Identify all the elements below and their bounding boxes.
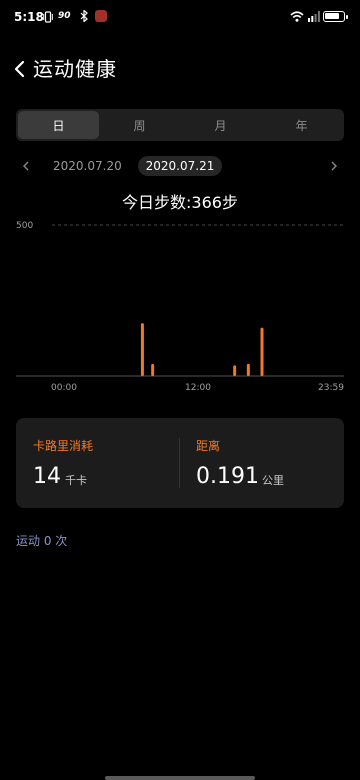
steps-bar bbox=[140, 323, 144, 376]
card-divider bbox=[179, 438, 180, 488]
wifi-icon bbox=[290, 11, 304, 22]
page-title: 运动健康 bbox=[33, 57, 117, 81]
stats-card: 卡路里消耗 14 千卡 距离 0.191 公里 bbox=[16, 418, 344, 508]
distance-value: 0.191 bbox=[196, 464, 259, 489]
bars-group bbox=[140, 323, 264, 376]
distance-label: 距离 bbox=[196, 439, 221, 453]
battery-icon bbox=[323, 11, 348, 22]
battery-level bbox=[325, 13, 340, 19]
vibrate-icon bbox=[43, 11, 53, 23]
status-bar: 5:18 90 bbox=[0, 0, 360, 36]
x-tick-label: 23:59 bbox=[318, 383, 344, 393]
calories-value: 14 bbox=[33, 464, 61, 489]
x-tick-label: 12:00 bbox=[185, 383, 211, 393]
bluetooth-icon bbox=[80, 10, 88, 22]
status-time: 5:18 bbox=[14, 10, 44, 24]
tab-day[interactable]: 日 bbox=[18, 111, 99, 139]
previous-date-chevron-icon[interactable] bbox=[20, 158, 32, 174]
steps-chart: 500 00:00 12:00 23:59 bbox=[16, 221, 344, 393]
y-axis-max-label: 500 bbox=[16, 221, 33, 231]
period-tabs: 日 周 月 年 bbox=[16, 109, 344, 141]
steps-bar bbox=[233, 365, 237, 376]
network-speed: 90 bbox=[58, 11, 71, 21]
tab-month[interactable]: 月 bbox=[180, 111, 261, 139]
steps-bar bbox=[260, 327, 264, 376]
app-notification-icon bbox=[95, 10, 107, 22]
steps-bar bbox=[151, 363, 155, 376]
tab-week[interactable]: 周 bbox=[99, 111, 180, 139]
signal-icon bbox=[308, 11, 320, 22]
home-indicator[interactable] bbox=[105, 776, 255, 780]
x-tick-labels: 00:00 12:00 23:59 bbox=[51, 383, 344, 393]
workout-count: 运动 0 次 bbox=[16, 534, 68, 548]
tab-year[interactable]: 年 bbox=[261, 111, 342, 139]
back-arrow-icon[interactable] bbox=[11, 57, 29, 81]
distance-unit: 公里 bbox=[262, 474, 284, 487]
calories-label: 卡路里消耗 bbox=[33, 439, 94, 453]
current-date: 2020.07.21 bbox=[138, 156, 222, 176]
steps-bar bbox=[246, 363, 250, 376]
x-tick-label: 00:00 bbox=[51, 383, 77, 393]
next-date-chevron-icon[interactable] bbox=[328, 158, 340, 174]
calories-unit: 千卡 bbox=[65, 474, 87, 487]
previous-date[interactable]: 2020.07.20 bbox=[53, 158, 122, 174]
